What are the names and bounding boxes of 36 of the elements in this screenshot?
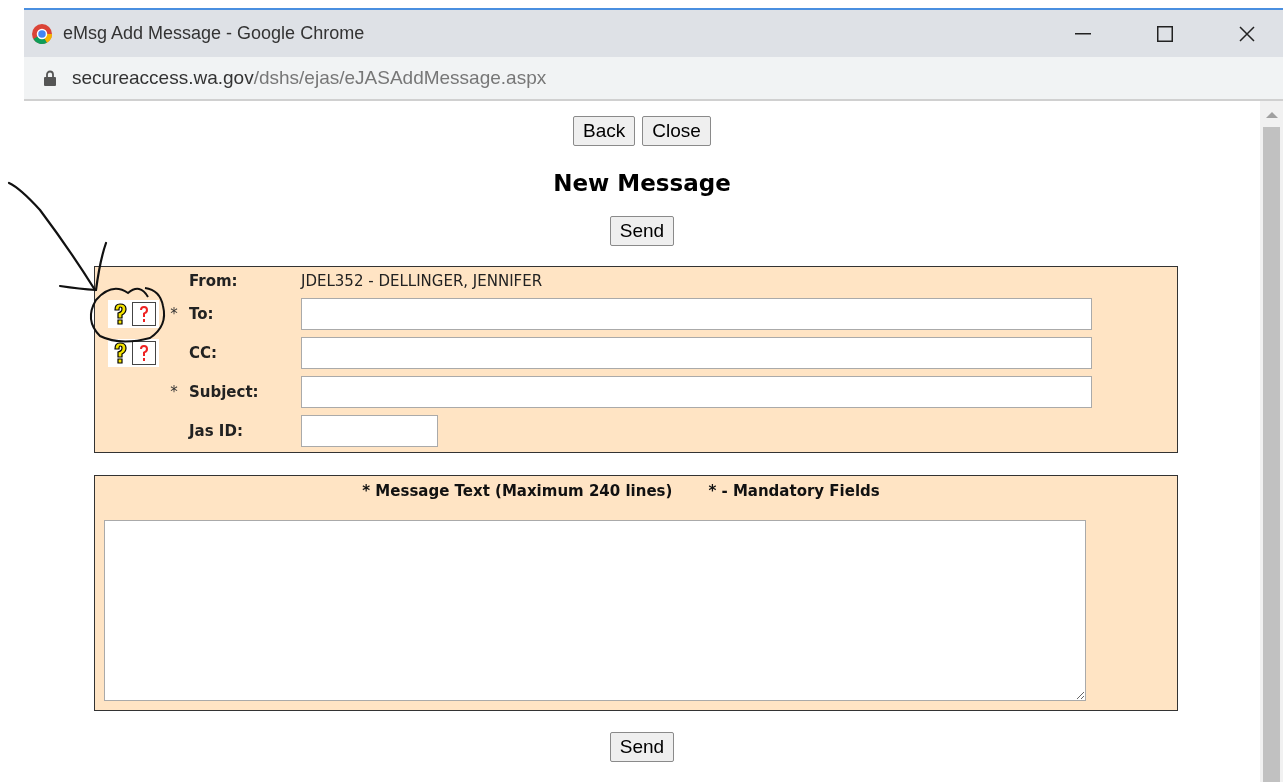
field-label: From: — [189, 272, 239, 290]
input-field[interactable] — [301, 337, 1092, 369]
question-icon[interactable] — [111, 302, 129, 326]
field-label: Subject: — [189, 383, 260, 401]
help-icons[interactable] — [108, 300, 159, 328]
required-mark: * — [170, 305, 178, 323]
help-icon[interactable] — [132, 341, 156, 365]
lock-icon — [44, 70, 56, 86]
question-icon[interactable] — [111, 341, 129, 365]
field-label: CC: — [189, 344, 218, 362]
field-label: To: — [189, 305, 215, 323]
message-label: * Message Text (Maximum 240 lines) — [362, 482, 673, 500]
maximize-icon[interactable] — [1157, 25, 1173, 42]
window-title: eMsg Add Message - Google Chrome — [63, 23, 366, 44]
nav-button[interactable]: Back — [573, 116, 636, 146]
minimize-icon[interactable] — [1075, 32, 1091, 35]
field-label: Jas ID: — [189, 422, 244, 440]
input-field[interactable] — [301, 415, 438, 447]
field-value: JDEL352 - DELLINGER, JENNIFER — [301, 272, 543, 290]
mandatory-legend: * - Mandatory Fields — [708, 482, 880, 500]
browser-logo-icon — [31, 22, 53, 45]
input-field[interactable] — [301, 376, 1092, 408]
nav-button[interactable]: Close — [642, 116, 711, 146]
url-text: secureaccess.wa.gov/dshs/ejas/eJASAddMessage.aspx — [72, 67, 547, 89]
help-icons[interactable] — [108, 339, 159, 367]
close-icon[interactable] — [1239, 25, 1255, 42]
scrollbar[interactable] — [1260, 101, 1283, 782]
send-button[interactable]: Send — [609, 732, 675, 762]
required-mark: * — [170, 383, 178, 401]
scroll-up-icon[interactable] — [1265, 111, 1278, 119]
page-heading: New Message — [553, 170, 731, 196]
scrollbar-thumb[interactable] — [1263, 127, 1280, 782]
help-icon[interactable] — [132, 302, 156, 326]
send-button[interactable]: Send — [609, 216, 675, 246]
input-field[interactable] — [301, 298, 1092, 330]
address-bar[interactable]: secureaccess.wa.gov/dshs/ejas/eJASAddMessage.aspx — [24, 57, 1283, 101]
